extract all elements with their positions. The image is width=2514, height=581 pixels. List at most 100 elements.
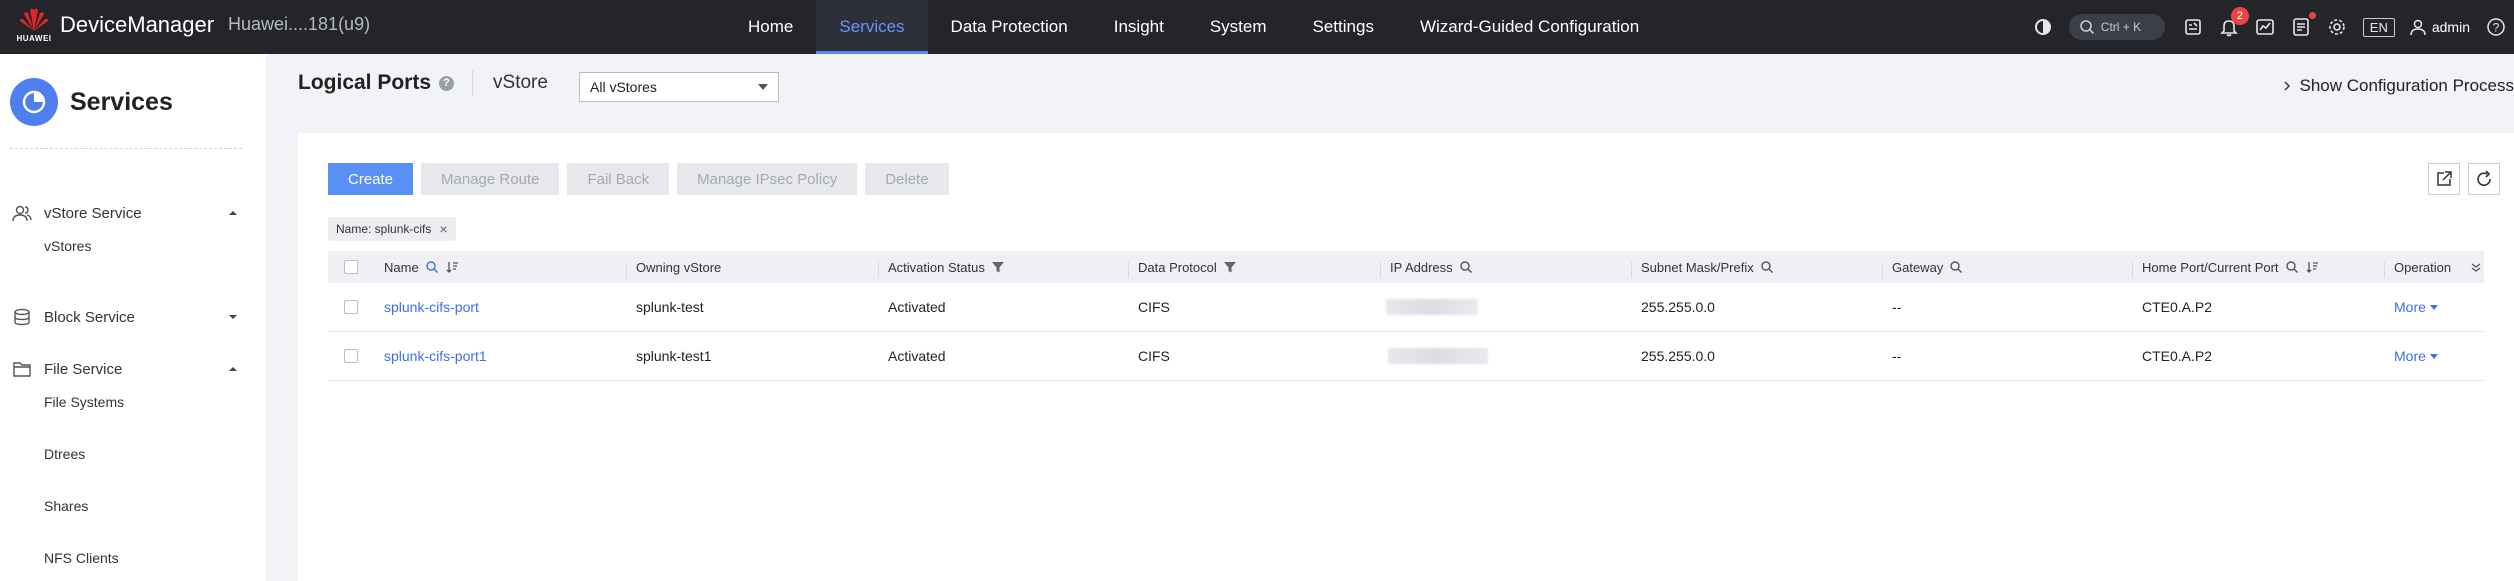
create-button[interactable]: Create (328, 163, 414, 195)
show-configuration-process[interactable]: Show Configuration Process (2281, 76, 2514, 96)
search-icon[interactable] (1760, 260, 1774, 274)
column-ip-address: IP Address (1380, 260, 1473, 278)
search-icon[interactable] (2285, 260, 2299, 274)
alarm-count-badge: 2 (2230, 7, 2249, 25)
filter-icon[interactable] (991, 260, 1005, 274)
nav-services[interactable]: Services (816, 0, 928, 54)
column-operation: Operation (2383, 260, 2483, 278)
vstore-selected-value: All vStores (590, 79, 657, 95)
more-menu[interactable]: More (2394, 299, 2438, 315)
logo-text: HUAWEI (16, 34, 52, 43)
row-checkbox[interactable] (344, 349, 358, 363)
sidebar-item-vstores[interactable]: vStores (44, 238, 91, 254)
subnet-mask-cell: 255.255.0.0 (1641, 299, 1715, 315)
nav-insight[interactable]: Insight (1091, 0, 1187, 54)
port-name-link[interactable]: splunk-cifs-port1 (384, 348, 487, 364)
top-bar: HUAWEI DeviceManager Huawei....181(u9) H… (0, 0, 2514, 54)
database-icon (14, 308, 30, 326)
export-icon[interactable] (2428, 163, 2460, 195)
table-tools (2420, 163, 2500, 195)
show-config-label: Show Configuration Process (2299, 76, 2514, 95)
sidebar-item-dtrees[interactable]: Dtrees (44, 446, 85, 462)
sidebar-group-file-service[interactable]: File Service (0, 349, 266, 389)
language-switch[interactable]: EN (2362, 17, 2395, 37)
filter-icon[interactable] (1223, 260, 1237, 274)
search-icon[interactable] (425, 260, 439, 274)
performance-chart-icon[interactable] (2253, 15, 2277, 39)
svg-text:?: ? (2493, 21, 2500, 35)
nav-settings[interactable]: Settings (1290, 0, 1397, 54)
table-row[interactable]: splunk-cifs-port splunk-test Activated C… (328, 283, 2484, 332)
logical-ports-table: Name Owning vStore Activation Status Dat… (328, 251, 2484, 381)
caret-up-icon (229, 367, 237, 371)
top-right-tools: Ctrl + K 2 EN admin ? (2025, 0, 2514, 54)
vstore-select[interactable]: All vStores (579, 72, 779, 102)
sidebar-group-label: Block Service (44, 308, 135, 326)
notification-dot (2308, 12, 2316, 19)
port-cell: CTE0.A.P2 (2142, 299, 2213, 315)
filter-tag-label: Name: splunk-cifs (336, 222, 432, 236)
filter-tag[interactable]: Name: splunk-cifs × (328, 217, 456, 241)
select-all-checkbox[interactable] (344, 260, 358, 274)
sidebar-group-label: File Service (44, 360, 123, 378)
nav-wizard[interactable]: Wizard-Guided Configuration (1397, 0, 1662, 54)
column-data-protocol: Data Protocol (1128, 260, 1237, 278)
sort-icon[interactable] (445, 260, 459, 274)
sidebar-group-vstore-service[interactable]: vStore Service (0, 193, 266, 233)
page-title: Logical Ports (298, 71, 432, 94)
manage-route-button[interactable]: Manage Route (421, 163, 560, 195)
user-name: admin (2431, 19, 2470, 35)
delete-button[interactable]: Delete (865, 163, 949, 195)
sidebar-group-label: vStore Service (44, 204, 142, 222)
more-menu[interactable]: More (2394, 348, 2438, 364)
device-name[interactable]: Huawei....181(u9) (228, 14, 370, 35)
main-nav: Home Services Data Protection Insight Sy… (725, 0, 1662, 54)
help-icon[interactable]: ? (439, 75, 455, 91)
sort-icon[interactable] (2305, 260, 2319, 274)
nav-data-protection[interactable]: Data Protection (928, 0, 1091, 54)
nav-system[interactable]: System (1187, 0, 1290, 54)
page-header: Logical Ports ? vStore (298, 70, 548, 96)
gateway-cell: -- (1892, 299, 1902, 315)
port-name-link[interactable]: splunk-cifs-port (384, 299, 479, 315)
sidebar-item-shares[interactable]: Shares (44, 498, 88, 514)
refresh-icon[interactable] (2468, 163, 2500, 195)
user-menu[interactable]: admin (2409, 18, 2470, 36)
chevron-down-icon (2429, 353, 2438, 359)
close-icon[interactable]: × (439, 221, 447, 237)
event-list-icon[interactable] (2289, 12, 2316, 39)
search-icon[interactable] (1949, 260, 1963, 274)
help-question-icon[interactable]: ? (2484, 15, 2508, 39)
caret-up-icon (229, 211, 237, 215)
user-icon (2410, 19, 2426, 36)
gear-icon[interactable] (2325, 15, 2349, 39)
ip-address-cell-redacted (1386, 299, 1478, 315)
sidebar-group-block-service[interactable]: Block Service (0, 297, 266, 337)
table-row[interactable]: splunk-cifs-port1 splunk-test1 Activated… (328, 332, 2484, 381)
data-protocol-cell: CIFS (1138, 348, 1170, 364)
row-checkbox[interactable] (344, 300, 358, 314)
port-cell: CTE0.A.P2 (2142, 348, 2213, 364)
task-center-icon[interactable] (2181, 15, 2205, 39)
header-separator (472, 70, 474, 96)
column-home-current-port: Home Port/Current Port (2132, 260, 2319, 278)
fail-back-button[interactable]: Fail Back (567, 163, 670, 195)
sidebar-item-nfs-clients[interactable]: NFS Clients (44, 550, 119, 566)
folder-icon (13, 362, 31, 377)
global-search[interactable]: Ctrl + K (2068, 14, 2165, 40)
owning-vstore-cell: splunk-test1 (636, 348, 712, 364)
sidebar-item-file-systems[interactable]: File Systems (44, 394, 124, 410)
ip-address-cell-redacted (1388, 348, 1488, 364)
nav-home[interactable]: Home (725, 0, 816, 54)
search-icon[interactable] (1459, 260, 1473, 274)
manage-ipsec-policy-button[interactable]: Manage IPsec Policy (677, 163, 858, 195)
huawei-logo[interactable]: HUAWEI (14, 6, 54, 48)
search-icon (2079, 20, 2094, 35)
theme-toggle-icon[interactable] (2031, 15, 2055, 39)
column-gateway: Gateway (1881, 260, 1963, 278)
chevron-down-icon (758, 84, 768, 90)
column-settings-chevron-icon[interactable] (2469, 260, 2483, 274)
app-title: DeviceManager (60, 12, 215, 37)
alarm-bell-icon[interactable]: 2 (2217, 7, 2249, 39)
sidebar: Services vStore Service vStores Block Se… (0, 54, 266, 581)
